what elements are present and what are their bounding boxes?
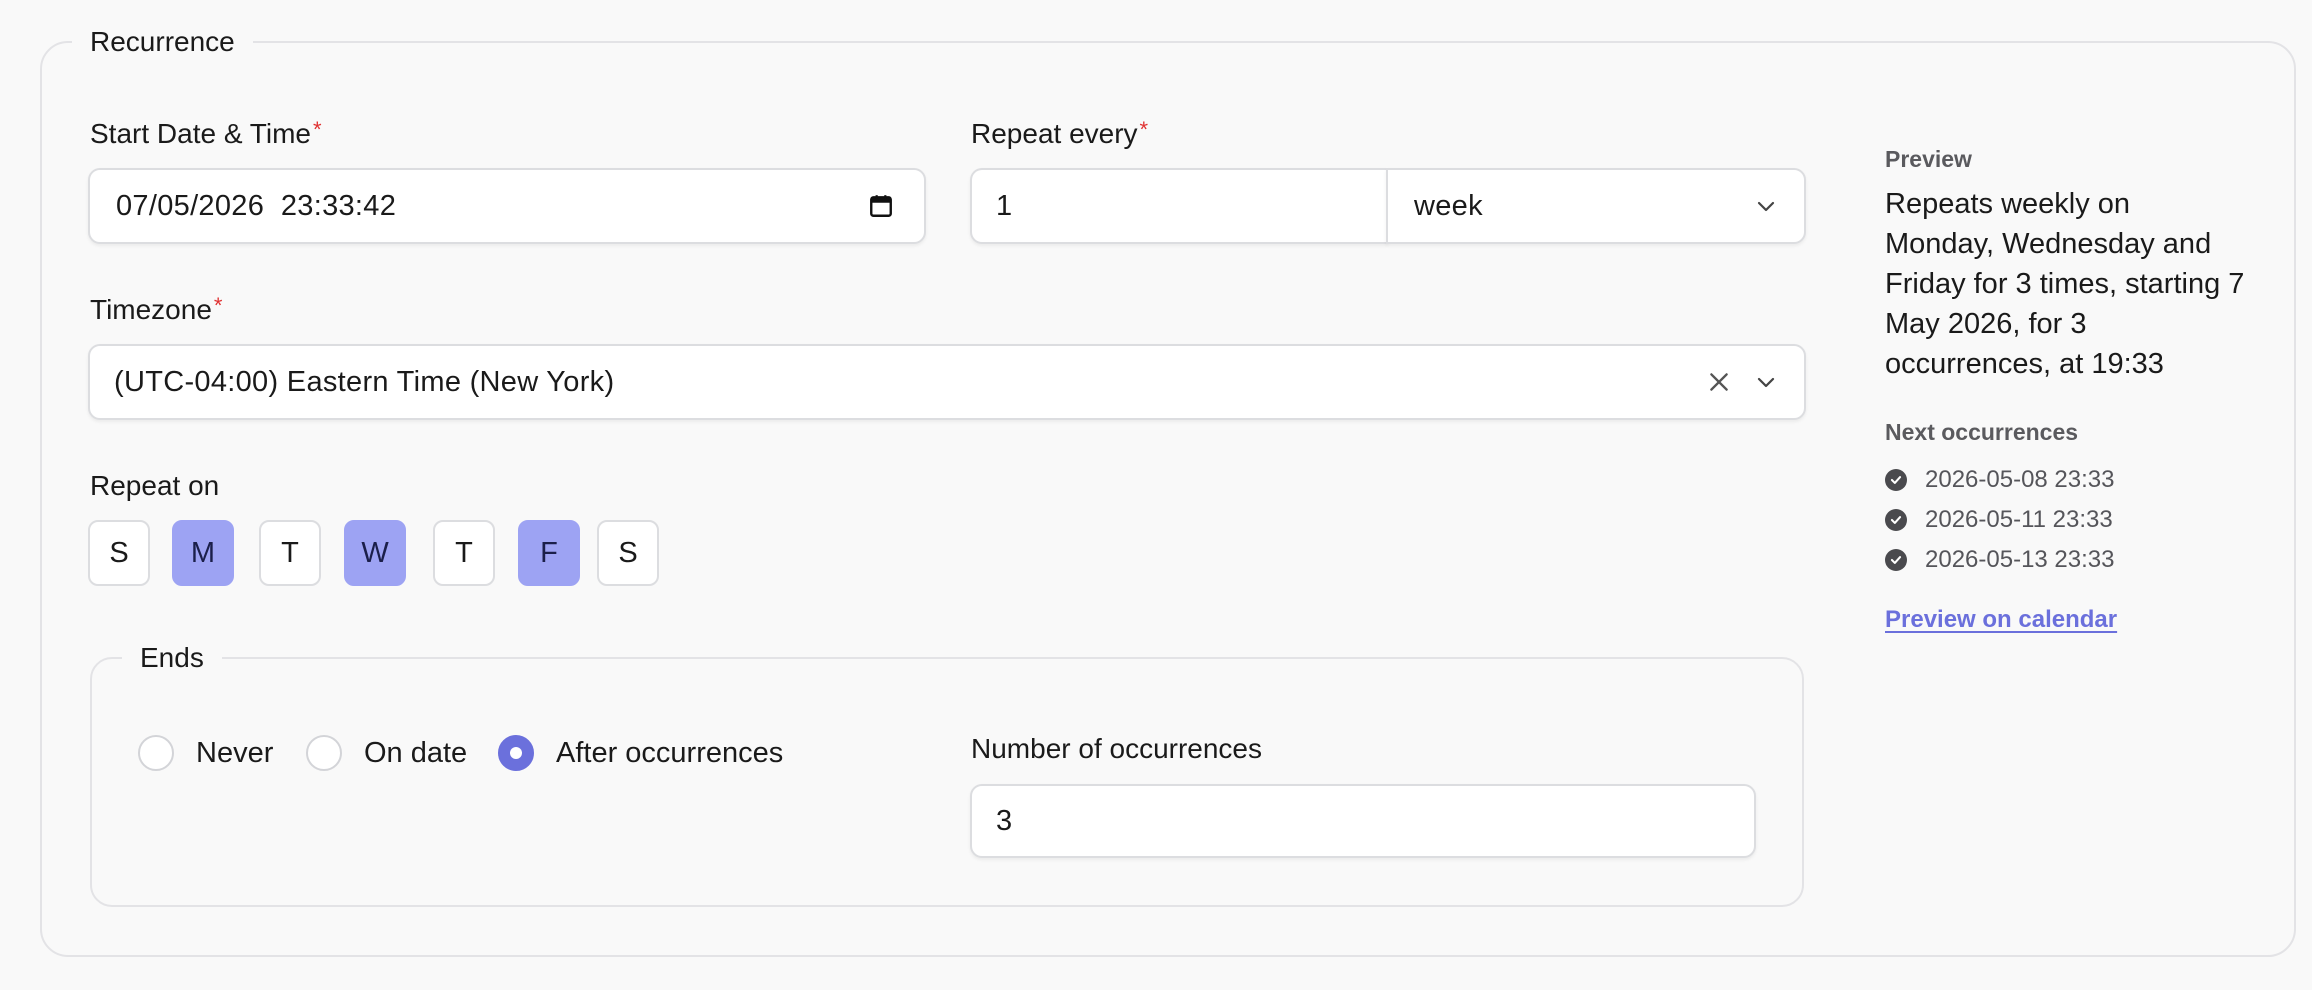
chevron-down-icon[interactable] bbox=[1754, 370, 1778, 394]
occurrences-count-input[interactable]: 3 bbox=[970, 784, 1756, 858]
occurrence-item: 2026-05-11 23:33 bbox=[1885, 506, 2113, 534]
check-circle-icon bbox=[1885, 469, 1907, 491]
ends-after-occurrences-label[interactable]: After occurrences bbox=[556, 735, 783, 771]
check-circle-icon bbox=[1885, 509, 1907, 531]
check-circle-icon bbox=[1885, 549, 1907, 571]
repeat-every-label: Repeat every* bbox=[971, 117, 1149, 149]
required-marker: * bbox=[1139, 117, 1149, 142]
timezone-label: Timezone* bbox=[90, 293, 223, 325]
preview-summary: Repeats weekly on Monday, Wednesday and … bbox=[1885, 188, 2245, 380]
recurrence-legend: Recurrence bbox=[72, 22, 253, 62]
day-toggle-monday[interactable]: M bbox=[172, 520, 234, 586]
start-datetime-input[interactable]: 07/05/2026 23:33:42 bbox=[88, 168, 926, 244]
start-datetime-value: 07/05/2026 23:33:42 bbox=[116, 189, 397, 222]
start-date-label: Start Date & Time* bbox=[90, 117, 322, 149]
occurrence-item: 2026-05-13 23:33 bbox=[1885, 546, 2115, 574]
next-occurrences-heading: Next occurrences bbox=[1885, 419, 2079, 445]
repeat-on-label: Repeat on bbox=[90, 470, 220, 501]
chevron-down-icon bbox=[1754, 194, 1778, 218]
ends-after-occurrences-radio[interactable] bbox=[498, 735, 534, 771]
day-toggle-friday[interactable]: F bbox=[518, 520, 580, 586]
ends-never-radio[interactable] bbox=[138, 735, 174, 771]
occurrence-item: 2026-05-08 23:33 bbox=[1885, 466, 2115, 494]
calendar-icon[interactable] bbox=[868, 193, 894, 219]
ends-never-label[interactable]: Never bbox=[196, 735, 273, 771]
timezone-select[interactable]: (UTC-04:00) Eastern Time (New York) bbox=[88, 344, 1806, 420]
day-toggle-wednesday[interactable]: W bbox=[344, 520, 406, 586]
required-marker: * bbox=[213, 293, 223, 318]
day-toggle-tuesday[interactable]: T bbox=[259, 520, 321, 586]
repeat-interval-input[interactable]: 1 bbox=[970, 168, 1388, 244]
day-toggle-sunday[interactable]: S bbox=[88, 520, 150, 586]
required-marker: * bbox=[312, 117, 322, 142]
ends-fieldset bbox=[90, 657, 1804, 907]
preview-calendar-link[interactable]: Preview on calendar bbox=[1885, 606, 2117, 634]
day-toggle-thursday[interactable]: T bbox=[433, 520, 495, 586]
day-toggle-saturday[interactable]: S bbox=[597, 520, 659, 586]
occurrences-count-label: Number of occurrences bbox=[971, 733, 1263, 764]
ends-legend: Ends bbox=[122, 638, 222, 678]
ends-on-date-label[interactable]: On date bbox=[364, 735, 467, 771]
preview-heading: Preview bbox=[1885, 146, 1972, 172]
repeat-unit-select[interactable]: week bbox=[1386, 168, 1806, 244]
ends-on-date-radio[interactable] bbox=[306, 735, 342, 771]
clear-icon[interactable] bbox=[1706, 369, 1732, 395]
